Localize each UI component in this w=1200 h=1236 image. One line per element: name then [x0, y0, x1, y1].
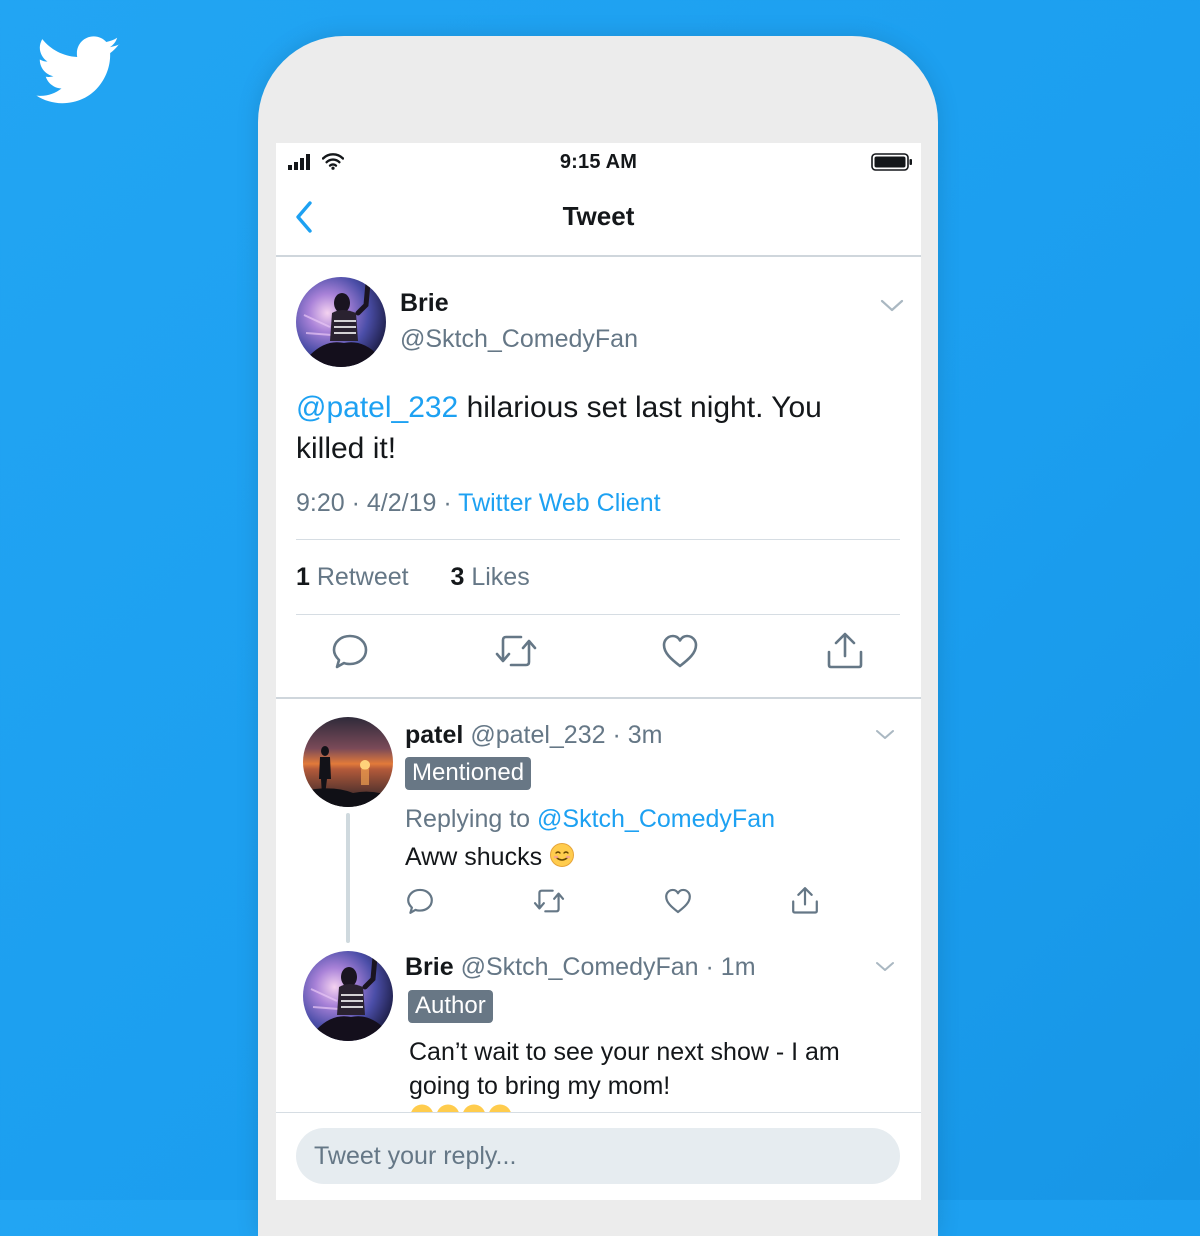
like-icon[interactable]	[664, 887, 692, 915]
twitter-logo	[36, 36, 120, 104]
tweet-meta: 9:20 · 4/2/19 · Twitter Web Client	[296, 489, 661, 518]
reply-header: patel @patel_232 · 3m	[405, 721, 663, 749]
status-bar: 9:15 AM	[276, 143, 921, 181]
chevron-down-icon[interactable]	[874, 727, 896, 743]
nav-bar: Tweet	[276, 181, 921, 257]
replying-label: Replying to	[405, 805, 531, 833]
reply-age: 3m	[627, 721, 663, 749]
tweet-stats: 1 Retweet 3 Likes	[296, 563, 530, 592]
author-handle[interactable]: @Sktch_ComedyFan	[400, 325, 638, 354]
like-icon[interactable]	[661, 632, 699, 670]
retweet-icon[interactable]	[533, 887, 565, 915]
reply-author-name[interactable]: Brie	[405, 953, 454, 981]
share-icon[interactable]	[791, 885, 819, 915]
chevron-down-icon[interactable]	[874, 959, 896, 975]
meta-separator: ·	[344, 489, 367, 517]
reply-icon[interactable]	[331, 632, 369, 670]
avatar[interactable]	[303, 717, 393, 807]
battery-icon	[871, 153, 912, 171]
like-label: Likes	[471, 563, 530, 591]
reply-header: Brie @Sktch_ComedyFan · 1m	[405, 953, 756, 981]
like-count: 3	[450, 563, 465, 591]
author-badge: Author	[408, 990, 493, 1023]
reply-author-handle[interactable]: @Sktch_ComedyFan	[461, 953, 699, 981]
tweet-date: 4/2/19	[366, 489, 437, 517]
section-divider	[276, 697, 921, 699]
likes-stat[interactable]: 3 Likes	[450, 563, 529, 591]
author-name[interactable]: Brie	[400, 289, 449, 318]
retweet-label: Retweet	[316, 563, 409, 591]
reply-author-handle[interactable]: @patel_232	[470, 721, 605, 749]
reply-input[interactable]	[296, 1128, 900, 1184]
retweet-icon[interactable]	[495, 632, 537, 670]
phone-screen: 9:15 AM Tweet Brie @Sktch_ComedyFan @pat…	[276, 143, 921, 1200]
action-bar	[276, 610, 921, 690]
reply-text: Can’t wait to see your next show - I am …	[409, 1038, 840, 1100]
reply-text: Aww shucks	[405, 840, 885, 874]
tweet-time: 9:20	[296, 489, 345, 517]
replying-to-link[interactable]: @Sktch_ComedyFan	[537, 805, 775, 833]
compose-bar	[276, 1112, 921, 1200]
smiling-emoji	[550, 843, 575, 867]
page-title: Tweet	[562, 201, 635, 231]
mentioned-badge: Mentioned	[405, 757, 532, 790]
reply-author-name[interactable]: patel	[405, 721, 463, 749]
retweet-count: 1	[296, 563, 310, 591]
status-time: 9:15 AM	[559, 151, 638, 173]
thread-line	[346, 813, 350, 943]
mention-link[interactable]: @patel_232	[296, 391, 458, 424]
replying-to: Replying to @Sktch_ComedyFan	[405, 805, 775, 834]
avatar[interactable]	[303, 951, 393, 1041]
reply-age: 1m	[720, 953, 756, 981]
reply-body: Aww shucks	[405, 843, 543, 871]
meta-separator: ·	[436, 489, 459, 517]
share-icon[interactable]	[826, 630, 864, 670]
avatar[interactable]	[296, 277, 386, 367]
tweet-text: @patel_232 hilarious set last night. You…	[296, 387, 896, 469]
reply-icon[interactable]	[406, 887, 434, 915]
source-link[interactable]: Twitter Web Client	[458, 489, 660, 517]
chevron-down-icon[interactable]	[879, 297, 905, 315]
retweet-stat[interactable]: 1 Retweet	[296, 563, 409, 591]
divider	[296, 539, 900, 540]
